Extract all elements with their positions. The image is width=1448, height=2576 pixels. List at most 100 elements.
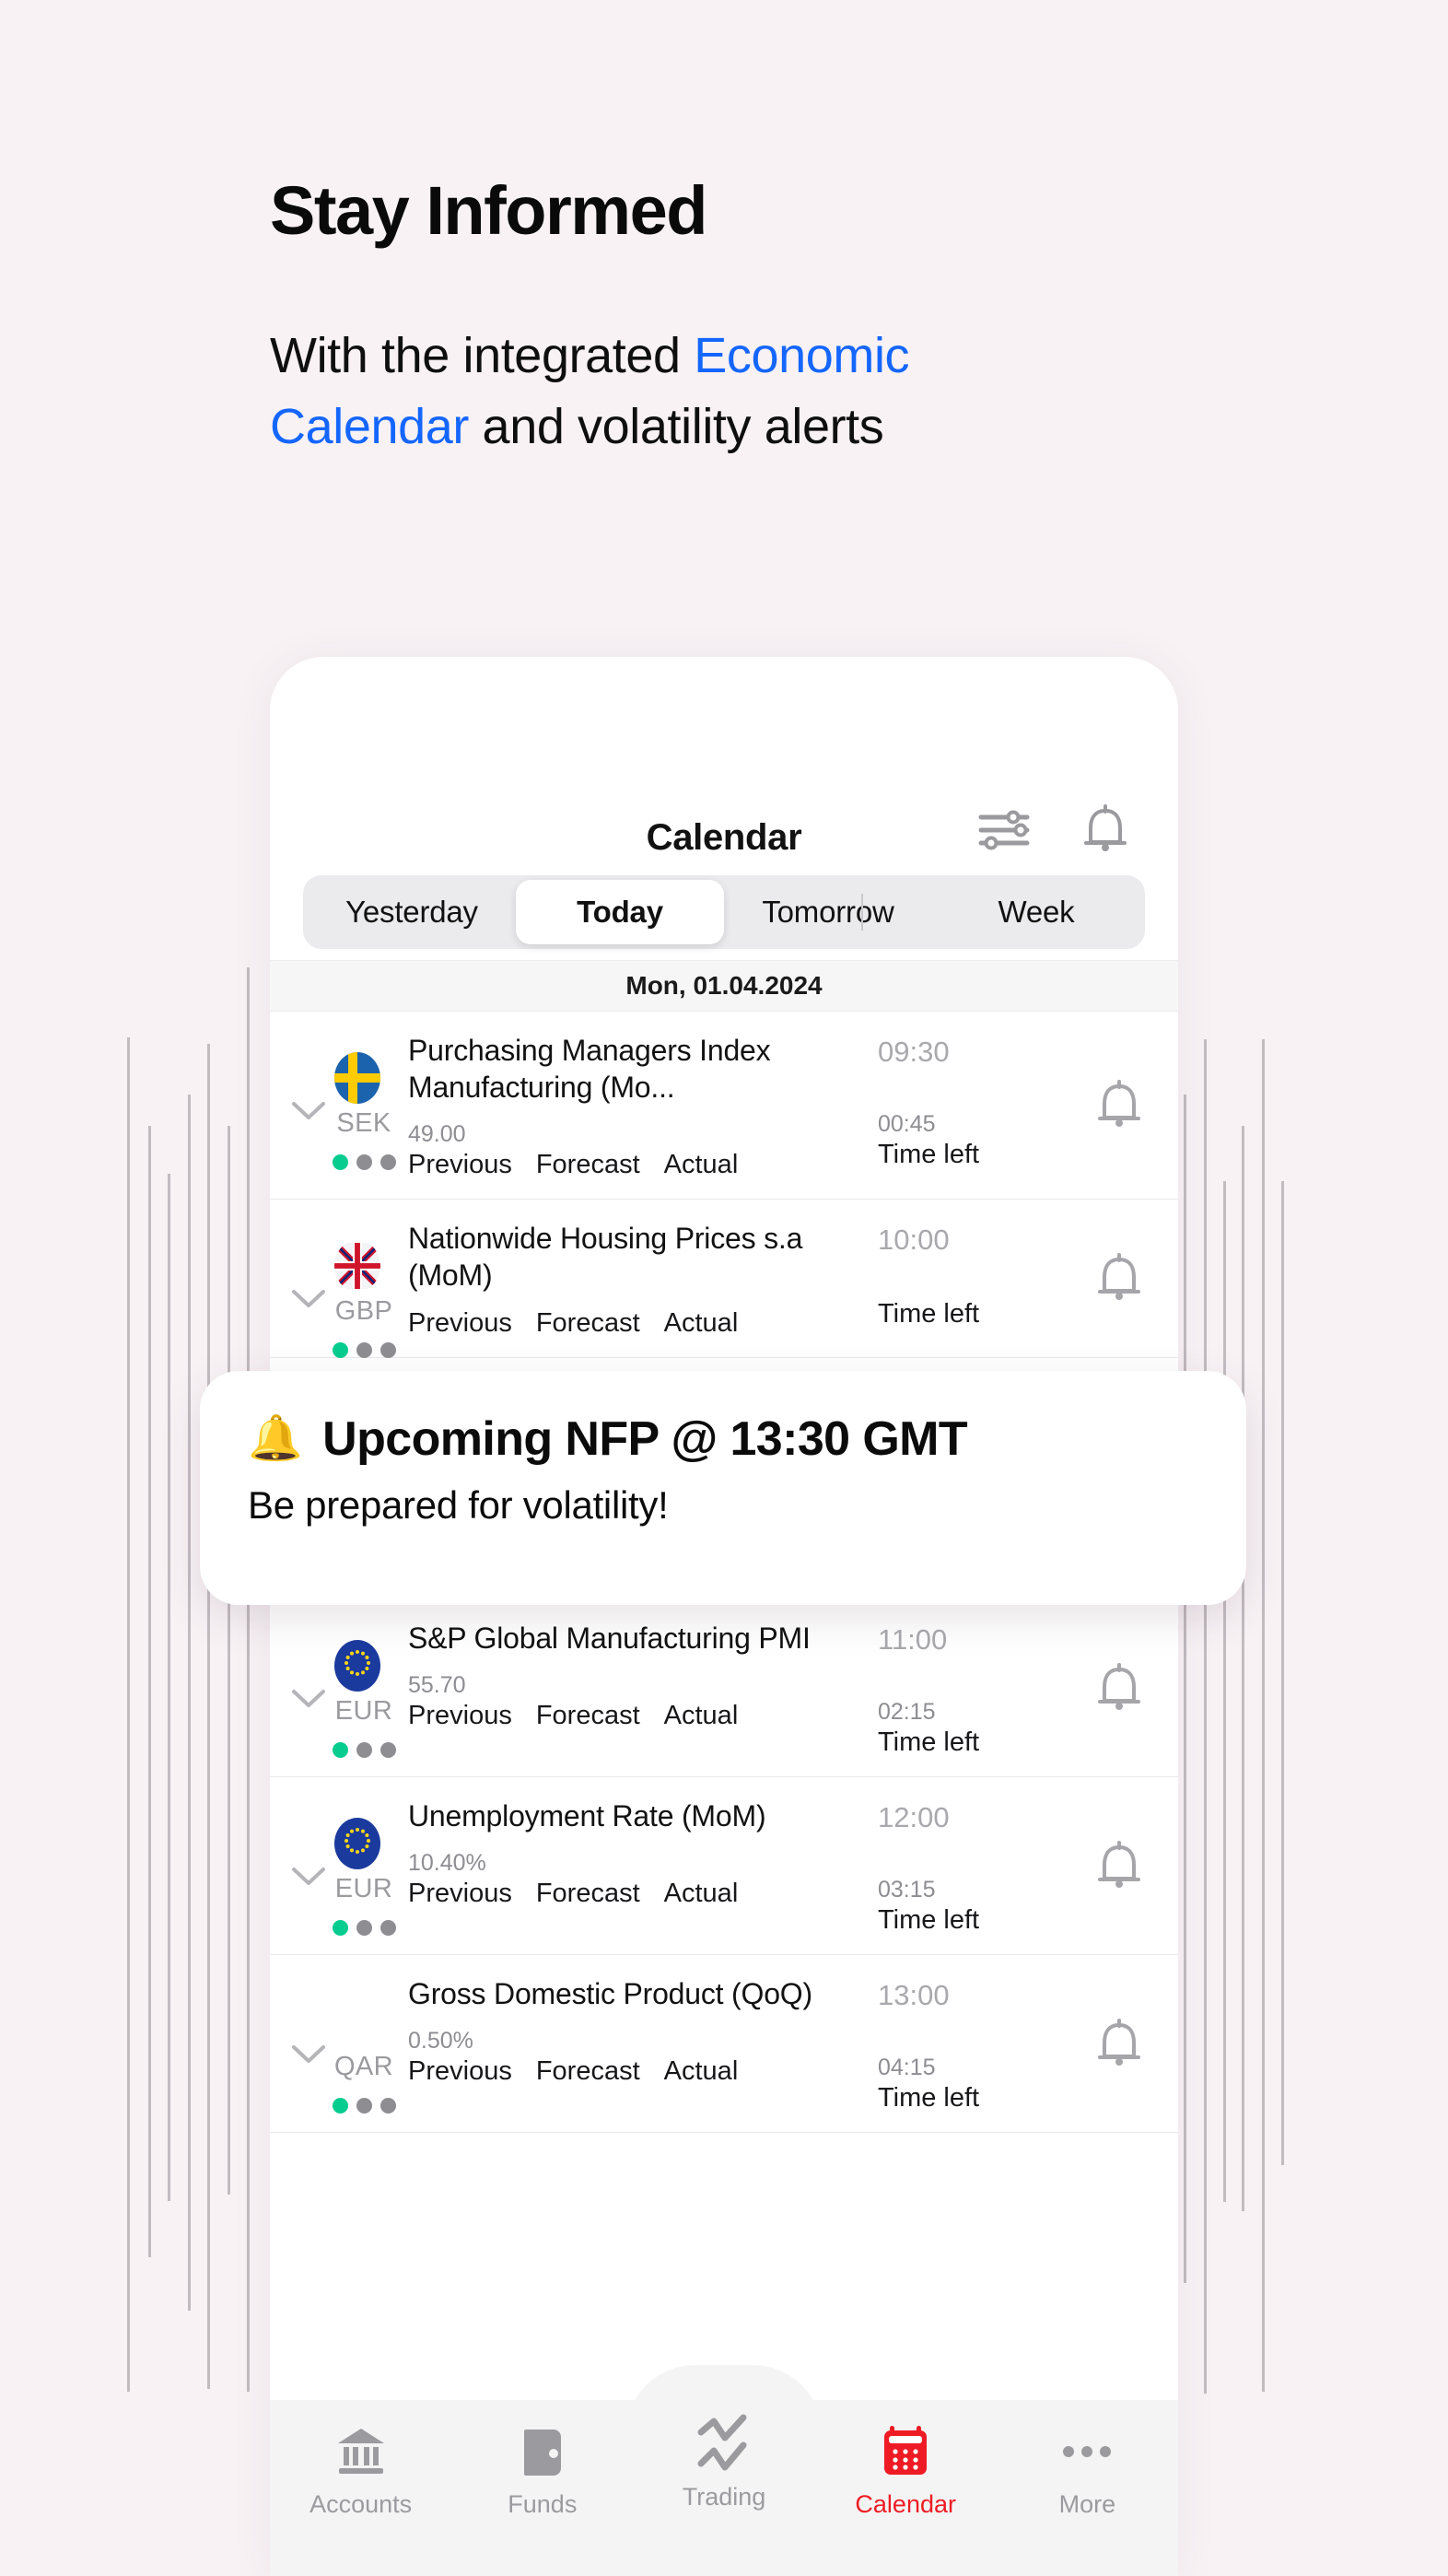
tab-tomorrow[interactable]: Tomorrow	[724, 880, 932, 944]
bank-icon	[335, 2424, 387, 2479]
chevron-down-icon[interactable]	[290, 1288, 327, 1315]
event-meta: QAR	[270, 1975, 408, 2114]
event-body: Nationwide Housing Prices s.a (MoM) Prev…	[408, 1220, 878, 1340]
nav-item-more[interactable]: More	[997, 2424, 1178, 2576]
label-time-left: Time left	[878, 2083, 980, 2113]
decorative-line	[1242, 1126, 1244, 2211]
value-labels: Previous Forecast Actual	[408, 1879, 865, 1909]
tab-divider	[860, 894, 863, 931]
event-time: 12:00	[878, 1801, 950, 1834]
label-actual: Actual	[663, 1700, 739, 1730]
event-timing: 11:00 02:15 Time left	[878, 1620, 1060, 1758]
time-left-value: 00:45	[878, 1111, 936, 1137]
filter-sliders-icon[interactable]	[975, 802, 1033, 859]
nav-label: Accounts	[309, 2490, 413, 2518]
impact-dot	[356, 1341, 372, 1358]
currency-code: GBP	[334, 1295, 393, 1326]
tab-yesterday[interactable]: Yesterday	[308, 880, 516, 944]
chevron-down-icon[interactable]	[290, 1866, 327, 1892]
promo-screenshot: Stay Informed With the integrated Econom…	[0, 0, 1448, 2576]
label-previous: Previous	[408, 1308, 512, 1339]
tab-week[interactable]: Week	[932, 880, 1140, 944]
bell-icon[interactable]	[1077, 802, 1134, 859]
toast-title-row: 🔔 Upcoming NFP @ 13:30 GMT	[248, 1411, 1198, 1467]
wallet-icon	[520, 2424, 565, 2479]
table-row[interactable]: EUR S&P Global Manufacturing PMI 55.70 P…	[270, 1599, 1178, 1778]
decorative-line	[1262, 1039, 1265, 2392]
subtitle-part-one: With the integrated	[270, 328, 695, 383]
decorative-line	[207, 1044, 210, 2389]
label-actual: Actual	[663, 1308, 739, 1339]
label-forecast: Forecast	[535, 2055, 640, 2086]
currency-code: SEK	[336, 1108, 391, 1138]
label-previous: Previous	[408, 1700, 512, 1730]
event-alert-toggle[interactable]	[1060, 1620, 1178, 1758]
event-alert-toggle[interactable]	[1060, 1032, 1178, 1180]
page-title: Stay Informed	[270, 172, 707, 249]
impact-dot	[380, 1154, 396, 1170]
event-timing: 10:00 Time left	[878, 1220, 1060, 1340]
impact-dot	[332, 2098, 348, 2114]
decorative-line	[1184, 1095, 1186, 2283]
previous-value: 49.00	[408, 1120, 466, 1147]
app-title: Calendar	[646, 817, 802, 858]
nav-item-calendar[interactable]: Calendar	[815, 2424, 997, 2576]
nav-label: Calendar	[855, 2490, 956, 2518]
table-row[interactable]: EUR Unemployment Rate (MoM) 10.40% Previ…	[270, 1777, 1178, 1956]
impact-dot	[380, 2098, 396, 2114]
label-time-left: Time left	[878, 1727, 980, 1758]
impact-indicator	[327, 1341, 401, 1358]
impact-indicator	[327, 2098, 401, 2114]
impact-dot	[380, 1742, 396, 1759]
decorative-line	[168, 1174, 170, 2201]
decorative-line	[1204, 1039, 1207, 2394]
nav-label: Funds	[508, 2490, 578, 2518]
calendar-icon	[882, 2424, 929, 2479]
impact-dot	[356, 1742, 372, 1759]
label-actual: Actual	[663, 2055, 739, 2086]
tab-today[interactable]: Today	[516, 880, 724, 944]
chevron-down-icon[interactable]	[290, 2043, 327, 2070]
time-left-value: 02:15	[878, 1699, 936, 1726]
label-previous: Previous	[408, 1878, 512, 1908]
event-alert-toggle[interactable]	[1060, 1975, 1178, 2113]
label-forecast: Forecast	[535, 1149, 640, 1179]
impact-dot	[332, 1742, 348, 1759]
label-forecast: Forecast	[535, 1878, 640, 1908]
event-alert-toggle[interactable]	[1060, 1797, 1178, 1936]
label-actual: Actual	[663, 1149, 739, 1179]
table-row[interactable]: QAR Gross Domestic Product (QoQ) 0.50% P…	[270, 1955, 1178, 2134]
label-previous: Previous	[408, 1149, 512, 1179]
table-row[interactable]: SEK Purchasing Managers Index Manufactur…	[270, 1012, 1178, 1200]
label-time-left: Time left	[878, 1298, 980, 1329]
event-time: 10:00	[878, 1223, 950, 1256]
bell-emoji-icon: 🔔	[248, 1414, 303, 1463]
chart-line-icon	[695, 2414, 753, 2472]
event-body: Purchasing Managers Index Manufacturing …	[408, 1032, 878, 1180]
table-row[interactable]: GBP Nationwide Housing Prices s.a (MoM) …	[270, 1199, 1178, 1359]
volatility-alert-toast[interactable]: 🔔 Upcoming NFP @ 13:30 GMT Be prepared f…	[200, 1371, 1246, 1605]
app-header: Calendar	[270, 657, 1178, 875]
chevron-down-icon[interactable]	[290, 1100, 327, 1127]
event-body: Unemployment Rate (MoM) 10.40% Previous …	[408, 1797, 878, 1936]
decorative-line	[127, 1037, 130, 2392]
event-body: S&P Global Manufacturing PMI 55.70 Previ…	[408, 1620, 878, 1758]
label-forecast: Forecast	[535, 1308, 640, 1339]
date-header: Mon, 01.04.2024	[270, 960, 1178, 1012]
value-labels: Previous Forecast Actual	[408, 1701, 865, 1731]
chevron-down-icon[interactable]	[290, 1688, 327, 1715]
nav-item-trading[interactable]: Trading	[633, 2414, 814, 2576]
impact-indicator	[327, 1920, 401, 1937]
decorative-line	[247, 967, 250, 2392]
event-alert-toggle[interactable]	[1060, 1220, 1178, 1340]
event-title: S&P Global Manufacturing PMI	[408, 1622, 811, 1656]
flag-uk-icon	[334, 1240, 380, 1292]
impact-dot	[356, 2098, 372, 2114]
subtitle-part-two: and volatility alerts	[468, 398, 884, 454]
nav-item-funds[interactable]: Funds	[451, 2424, 633, 2576]
label-actual: Actual	[663, 1878, 739, 1908]
time-left-value: 04:15	[878, 2055, 936, 2081]
event-title: Purchasing Managers Index Manufacturing …	[408, 1034, 771, 1105]
time-left-value: 03:15	[878, 1877, 936, 1903]
nav-item-accounts[interactable]: Accounts	[270, 2424, 451, 2576]
